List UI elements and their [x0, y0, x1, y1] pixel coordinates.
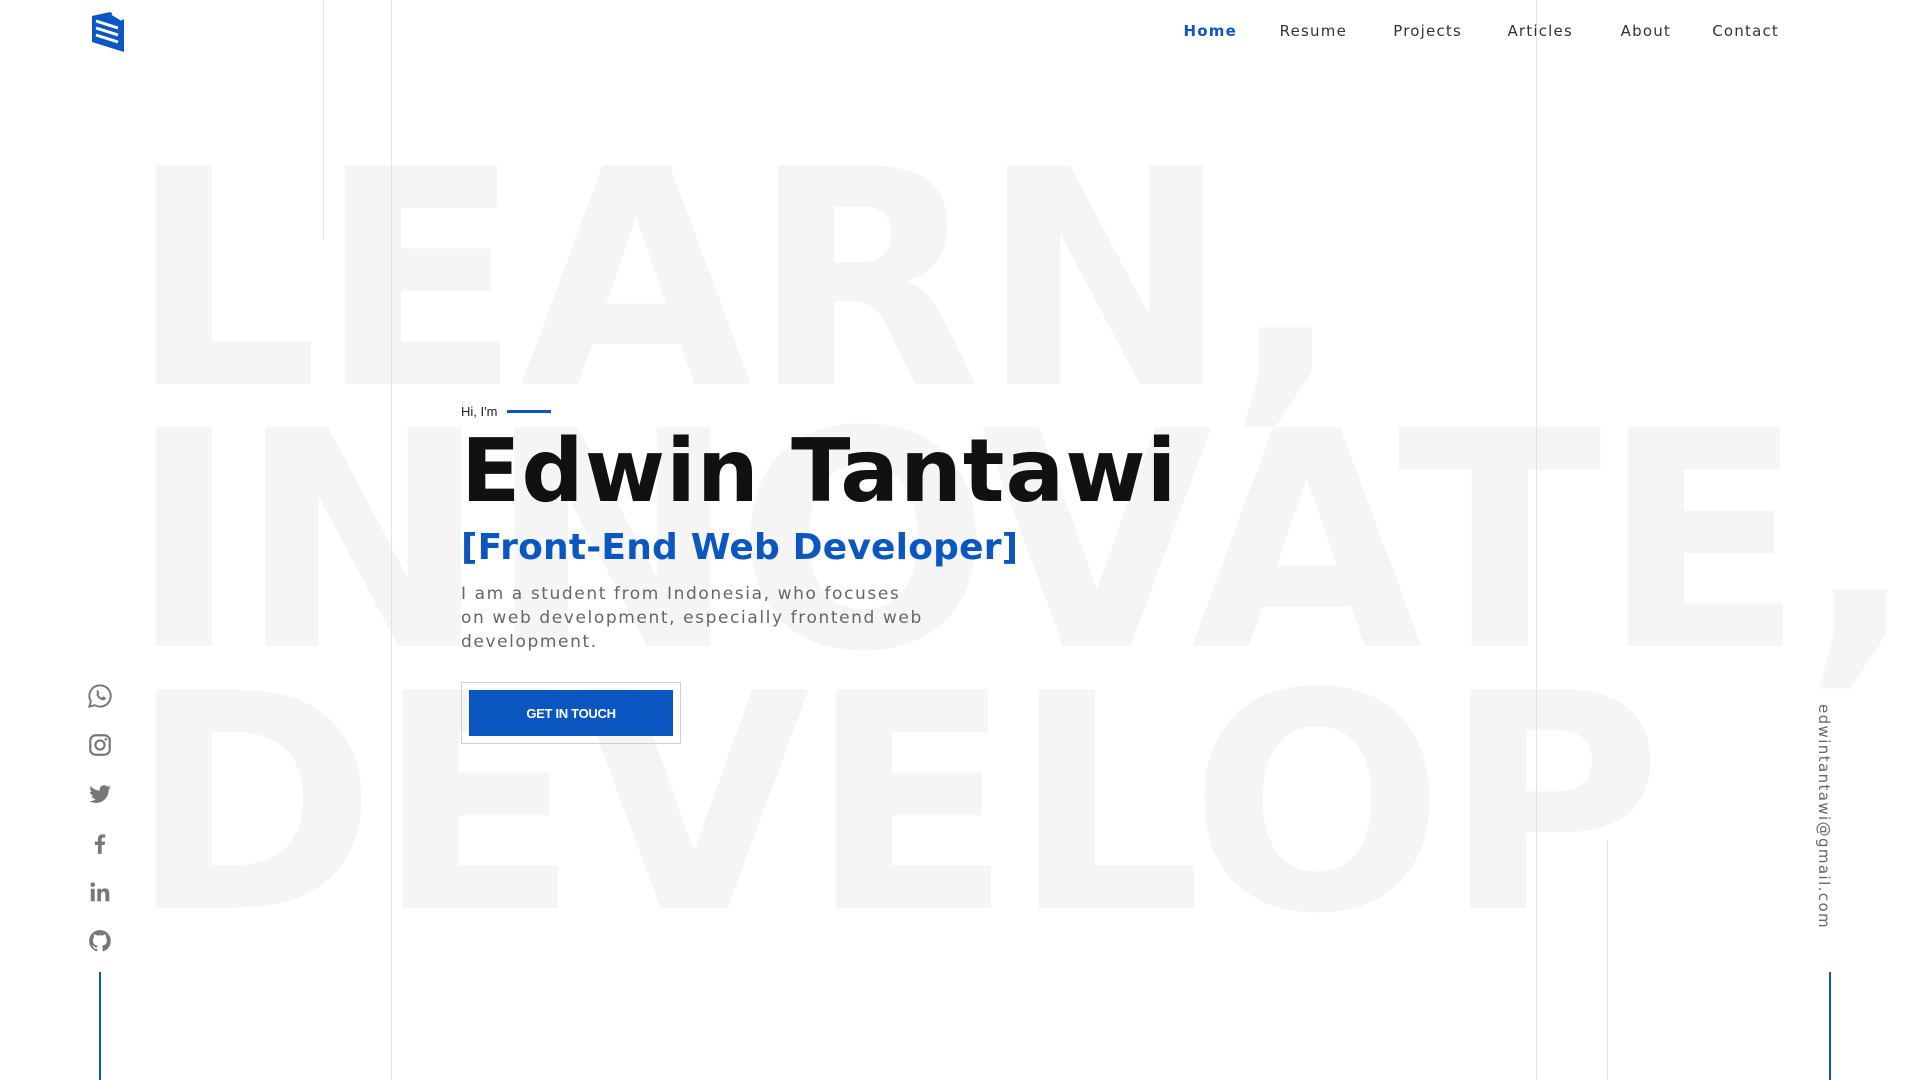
greeting-row: Hi, I'm: [461, 404, 1177, 419]
whatsapp-icon[interactable]: [87, 683, 113, 709]
hero-name: Edwin Tantawi: [461, 420, 1178, 522]
page: LEARN, INNOVATE, DEVELOP Home Resume Pro…: [0, 0, 1920, 1080]
cta-frame: GET IN TOUCH: [461, 682, 681, 744]
greeting-accent-bar: [507, 410, 552, 413]
nav-item-home[interactable]: Home: [1184, 22, 1237, 40]
instagram-icon[interactable]: [87, 732, 113, 758]
nav-item-projects[interactable]: Projects: [1393, 22, 1462, 40]
social-accent-line: [99, 972, 101, 1080]
nav-item-articles[interactable]: Articles: [1507, 22, 1573, 40]
divider-line: [323, 0, 324, 240]
hero-description: I am a student from Indonesia, who focus…: [461, 584, 923, 652]
stacked-pages-logo-icon[interactable]: [90, 12, 126, 52]
greeting-text: Hi, I'm: [461, 404, 498, 419]
linkedin-icon[interactable]: [87, 879, 113, 905]
email-link[interactable]: edwintantawi@gmail.com: [1815, 704, 1833, 929]
hero-section: Hi, I'm Edwin Tantawi [Front-End Web Dev…: [461, 404, 1177, 744]
facebook-icon[interactable]: [87, 830, 113, 856]
nav-item-contact[interactable]: Contact: [1712, 22, 1779, 40]
github-icon[interactable]: [87, 928, 113, 954]
get-in-touch-button[interactable]: GET IN TOUCH: [469, 690, 673, 736]
divider-line: [1607, 840, 1608, 1080]
twitter-icon[interactable]: [87, 781, 113, 807]
hero-role: [Front-End Web Developer]: [461, 527, 1019, 568]
email-accent-line: [1829, 972, 1831, 1080]
nav-item-resume[interactable]: Resume: [1280, 22, 1347, 40]
divider-line: [391, 0, 392, 1080]
divider-line: [1536, 0, 1537, 1080]
nav-item-about[interactable]: About: [1621, 22, 1671, 40]
